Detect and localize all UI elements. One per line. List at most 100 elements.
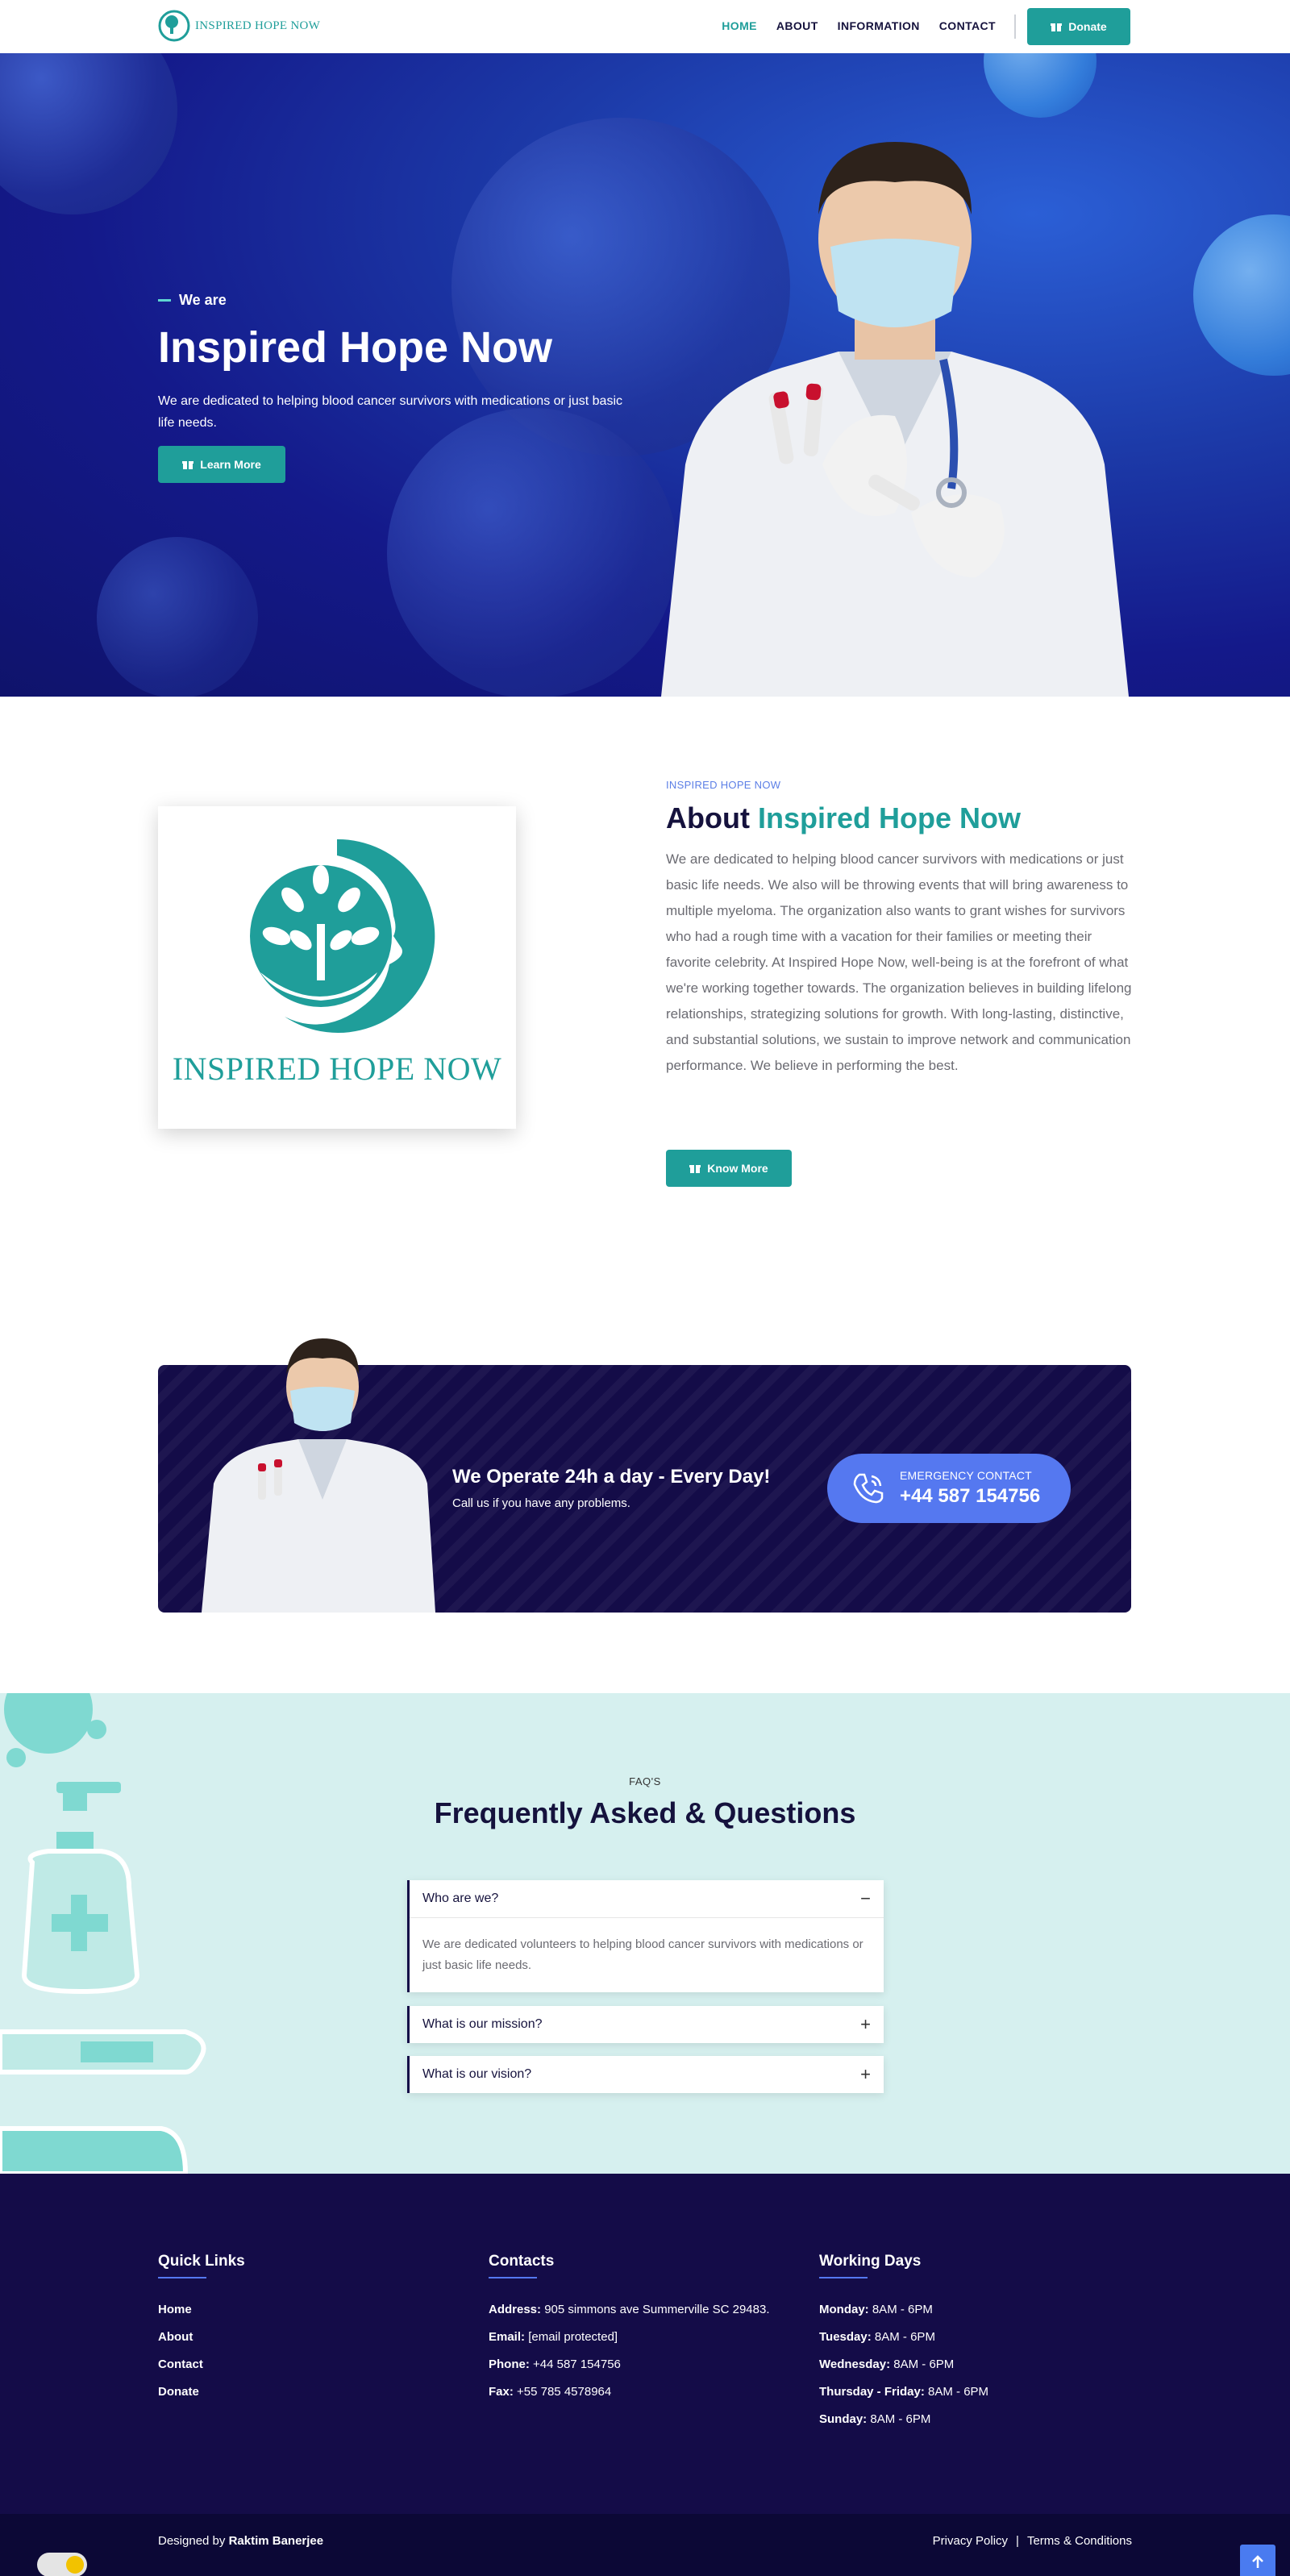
footer-quick-links: Quick Links Home About Contact Donate — [158, 2253, 245, 2406]
expand-icon[interactable]: + — [860, 2064, 871, 2085]
hero-title: Inspired Hope Now — [158, 323, 553, 372]
nav-divider — [1014, 15, 1016, 39]
hero-eyebrow: We are — [158, 292, 227, 309]
contact-value[interactable]: +44 587 154756 — [533, 2358, 621, 2371]
phone-icon — [853, 1473, 884, 1504]
know-more-button[interactable]: Know More — [666, 1150, 792, 1187]
faq-question: What is our vision? — [422, 2067, 532, 2081]
day-hours: 8AM - 6PM — [870, 2412, 931, 2426]
contact-value: +55 785 4578964 — [517, 2385, 612, 2399]
legal-separator: | — [1016, 2534, 1019, 2548]
day-hours: 8AM - 6PM — [874, 2330, 935, 2344]
about-logo-card: INSPIRED HOPE NOW — [158, 806, 516, 1129]
legal-links: Privacy Policy | Terms & Conditions — [933, 2534, 1132, 2548]
faq-item: Who are we? − We are dedicated volunteer… — [407, 1880, 884, 1992]
faq-eyebrow: FAQ'S — [629, 1775, 661, 1787]
sun-icon — [66, 2556, 84, 2574]
hero-section: We are — [0, 53, 1290, 697]
day-hours: 8AM - 6PM — [893, 2358, 955, 2371]
donate-label: Donate — [1068, 20, 1107, 33]
privacy-policy-link[interactable]: Privacy Policy — [933, 2534, 1008, 2548]
theme-toggle[interactable] — [37, 2553, 87, 2576]
working-day-row: Tuesday: 8AM - 6PM — [819, 2324, 988, 2351]
medical-decoration — [0, 1693, 206, 2174]
contact-label: Fax: — [489, 2385, 514, 2399]
virus-decoration — [97, 537, 258, 697]
footer-link-contact[interactable]: Contact — [158, 2351, 245, 2378]
heading-underline — [819, 2277, 868, 2278]
day-label: Wednesday: — [819, 2358, 891, 2371]
credit-name[interactable]: Raktim Banerjee — [229, 2534, 324, 2548]
gift-icon — [182, 461, 194, 469]
credit-prefix: Designed by — [158, 2534, 226, 2548]
day-label: Monday: — [819, 2303, 869, 2316]
learn-more-label: Learn More — [200, 458, 261, 471]
footer-heading: Contacts — [489, 2253, 555, 2270]
collapse-icon[interactable]: − — [860, 1888, 871, 1909]
heading-underline — [489, 2277, 537, 2278]
day-hours: 8AM - 6PM — [928, 2385, 989, 2399]
top-navbar: INSPIRED HOPE NOW HOME ABOUT INFORMATION… — [0, 0, 1290, 53]
footer-working-days: Working Days Monday: 8AM - 6PM Tuesday: … — [819, 2253, 988, 2433]
terms-link[interactable]: Terms & Conditions — [1027, 2534, 1132, 2548]
nav-link-information[interactable]: INFORMATION — [838, 19, 920, 32]
footer-link-home[interactable]: Home — [158, 2296, 245, 2324]
designer-credit: Designed by Raktim Banerjee — [158, 2534, 323, 2548]
scroll-to-top-button[interactable] — [1240, 2545, 1275, 2576]
faq-question: Who are we? — [422, 1891, 499, 1905]
contact-email: Email: [email protected] — [489, 2324, 770, 2351]
brand-name: INSPIRED HOPE NOW — [195, 19, 321, 32]
know-more-label: Know More — [707, 1162, 768, 1175]
about-logo-wordmark: INSPIRED HOPE NOW — [172, 1051, 502, 1087]
contact-phone: Phone: +44 587 154756 — [489, 2351, 770, 2378]
contact-label: Email: — [489, 2330, 526, 2344]
arrow-up-icon — [1252, 2555, 1263, 2568]
banner-title: We Operate 24h a day - Every Day! — [452, 1466, 771, 1488]
working-day-row: Monday: 8AM - 6PM — [819, 2296, 988, 2324]
day-label: Tuesday: — [819, 2330, 872, 2344]
about-title: About Inspired Hope Now — [666, 801, 1021, 835]
nav-link-contact[interactable]: CONTACT — [939, 19, 996, 32]
faq-question: What is our mission? — [422, 2017, 543, 2031]
doctor-small-illustration — [202, 1338, 435, 1613]
emergency-contact-label: EMERGENCY CONTACT — [900, 1469, 1032, 1482]
contact-value[interactable]: [email protected] — [528, 2330, 618, 2344]
gift-icon — [689, 1165, 701, 1173]
donate-button[interactable]: Donate — [1027, 8, 1130, 45]
expand-icon[interactable]: + — [860, 2014, 871, 2035]
heading-underline — [158, 2277, 206, 2278]
footer-heading: Working Days — [819, 2253, 922, 2270]
faq-question-header[interactable]: Who are we? − — [410, 1880, 884, 1917]
contact-value: 905 simmons ave Summerville SC 29483. — [544, 2303, 770, 2316]
learn-more-button[interactable]: Learn More — [158, 446, 285, 483]
nav-links: HOME ABOUT INFORMATION CONTACT — [722, 19, 996, 32]
footer-link-about[interactable]: About — [158, 2324, 245, 2351]
working-day-row: Thursday - Friday: 8AM - 6PM — [819, 2378, 988, 2406]
brand-logo[interactable]: INSPIRED HOPE NOW — [158, 10, 320, 42]
tree-head-logo-icon — [250, 839, 435, 1033]
working-day-row: Sunday: 8AM - 6PM — [819, 2406, 988, 2433]
virus-decoration — [0, 53, 177, 214]
nav-link-home[interactable]: HOME — [722, 19, 757, 32]
footer-bottom-bar: Designed by Raktim Banerjee Privacy Poli… — [0, 2514, 1290, 2576]
emergency-phone-number[interactable]: +44 587 154756 — [900, 1485, 1040, 1508]
about-eyebrow: INSPIRED HOPE NOW — [666, 779, 781, 791]
faq-question-header[interactable]: What is our vision? + — [410, 2056, 884, 2093]
contact-label: Phone: — [489, 2358, 530, 2371]
virus-decoration — [387, 408, 677, 697]
about-title-prefix: About — [666, 801, 750, 834]
contact-address: Address: 905 simmons ave Summerville SC … — [489, 2296, 770, 2324]
virus-decoration — [984, 53, 1096, 118]
emergency-contact-pill[interactable]: EMERGENCY CONTACT +44 587 154756 — [827, 1454, 1071, 1523]
hero-eyebrow-text: We are — [179, 292, 227, 308]
virus-decoration — [1193, 214, 1290, 376]
contact-fax: Fax: +55 785 4578964 — [489, 2378, 770, 2406]
faq-item: What is our mission? + — [407, 2006, 884, 2043]
about-title-highlight: Inspired Hope Now — [757, 801, 1022, 834]
about-body-text: We are dedicated to helping blood cancer… — [666, 851, 1132, 1073]
nav-link-about[interactable]: ABOUT — [776, 19, 818, 32]
footer-heading: Quick Links — [158, 2253, 245, 2270]
contact-label: Address: — [489, 2303, 542, 2316]
faq-question-header[interactable]: What is our mission? + — [410, 2006, 884, 2043]
footer-link-donate[interactable]: Donate — [158, 2378, 245, 2406]
